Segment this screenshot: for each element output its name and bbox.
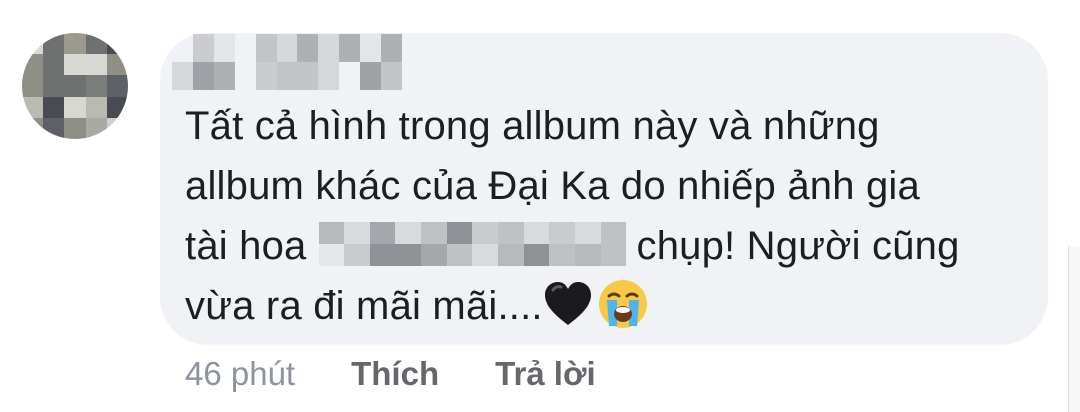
pixel-block	[498, 244, 524, 267]
pixel-block	[600, 244, 627, 267]
pixel-block	[106, 54, 128, 76]
pixel-block	[446, 244, 473, 267]
pixel-block	[575, 222, 601, 245]
redacted-photographer-name	[318, 222, 627, 267]
pixel-block	[22, 117, 44, 139]
pixel-block	[575, 244, 601, 267]
pixel-block	[43, 75, 65, 97]
pixel-block	[344, 244, 370, 267]
pixel-block	[344, 222, 370, 245]
pixel-block	[85, 75, 107, 97]
pixel-block	[85, 33, 107, 55]
pixel-block	[318, 222, 345, 245]
pixel-block	[172, 34, 193, 62]
pixel-block	[600, 222, 627, 245]
pixel-block	[318, 62, 340, 90]
comment-line-2: allbum khác của Đại Ka do nhiếp ảnh gia	[185, 164, 920, 208]
pixel-block	[339, 34, 361, 62]
pixel-block	[523, 244, 550, 267]
comment-line-4-text: vừa ra đi mãi mãi....	[185, 284, 543, 328]
pixel-block	[360, 34, 382, 62]
pixel-block	[64, 33, 86, 55]
comment-line-3-end: chụp! Người cũng	[636, 224, 960, 268]
pixel-block	[369, 244, 396, 267]
pixel-block	[318, 244, 345, 267]
pixel-block	[360, 62, 382, 90]
author-name-blurred[interactable]	[172, 34, 402, 90]
pixel-block	[22, 75, 44, 97]
pixel-block	[43, 54, 65, 76]
pixel-block	[421, 222, 447, 245]
pixel-block	[213, 62, 235, 90]
pixel-block	[276, 62, 298, 90]
pixel-block	[549, 222, 576, 245]
pixel-block	[255, 34, 277, 62]
pixel-block	[85, 54, 107, 76]
black-heart-icon	[544, 282, 591, 326]
pixel-block	[255, 62, 277, 90]
pixel-block	[22, 96, 44, 118]
pixel-block	[22, 33, 44, 55]
pixel-block	[43, 96, 65, 118]
pixel-block	[549, 244, 576, 267]
pixel-block	[297, 62, 319, 90]
comment-line-3: tài hoa chụp! Người cũng	[185, 216, 1025, 276]
pixel-block	[106, 96, 128, 118]
pixel-block	[421, 244, 447, 267]
pixel-block	[43, 117, 65, 139]
pixel-block	[395, 222, 422, 245]
pixel-block	[395, 244, 422, 267]
pixel-block	[64, 54, 86, 76]
pixel-block	[472, 244, 499, 267]
comment-line-4: vừa ra đi mãi mãi....	[185, 276, 1025, 336]
comment-line-1: Tất cả hình trong allbum này và những	[185, 104, 880, 148]
pixel-block	[318, 34, 340, 62]
avatar-blurred[interactable]	[22, 33, 128, 139]
pixel-block	[369, 222, 396, 245]
pixel-block	[64, 75, 86, 97]
pixel-block	[381, 34, 402, 62]
pixel-block	[297, 34, 319, 62]
pixel-block	[235, 34, 256, 62]
pixel-block	[172, 62, 193, 90]
pixel-block	[523, 222, 550, 245]
pixel-block	[339, 62, 360, 90]
pixel-block	[446, 222, 473, 245]
comment-text: Tất cả hình trong allbum này và những al…	[185, 96, 1025, 336]
pixel-block	[64, 96, 86, 118]
pixel-block	[235, 62, 256, 90]
pixel-block	[213, 34, 235, 62]
comment-actions: 46 phút Thích Trả lời	[185, 352, 652, 396]
pixel-block	[472, 222, 499, 245]
like-button[interactable]: Thích	[351, 355, 439, 393]
reply-button[interactable]: Trả lời	[495, 355, 596, 393]
scrollbar[interactable]	[1068, 246, 1080, 412]
pixel-block	[276, 34, 298, 62]
pixel-block	[381, 62, 402, 90]
comment-timestamp[interactable]: 46 phút	[185, 355, 295, 393]
loudly-crying-face-icon	[598, 280, 647, 329]
pixel-block	[192, 62, 214, 90]
pixel-block	[64, 117, 86, 139]
comment-line-3-start: tài hoa	[185, 224, 307, 268]
pixel-block	[498, 222, 524, 245]
pixel-block	[192, 34, 214, 62]
pixel-block	[106, 33, 128, 55]
pixel-block	[85, 117, 107, 139]
pixel-block	[85, 96, 107, 118]
pixel-block	[22, 54, 44, 76]
pixel-block	[106, 117, 128, 139]
pixel-block	[43, 33, 65, 55]
pixel-block	[106, 75, 128, 97]
